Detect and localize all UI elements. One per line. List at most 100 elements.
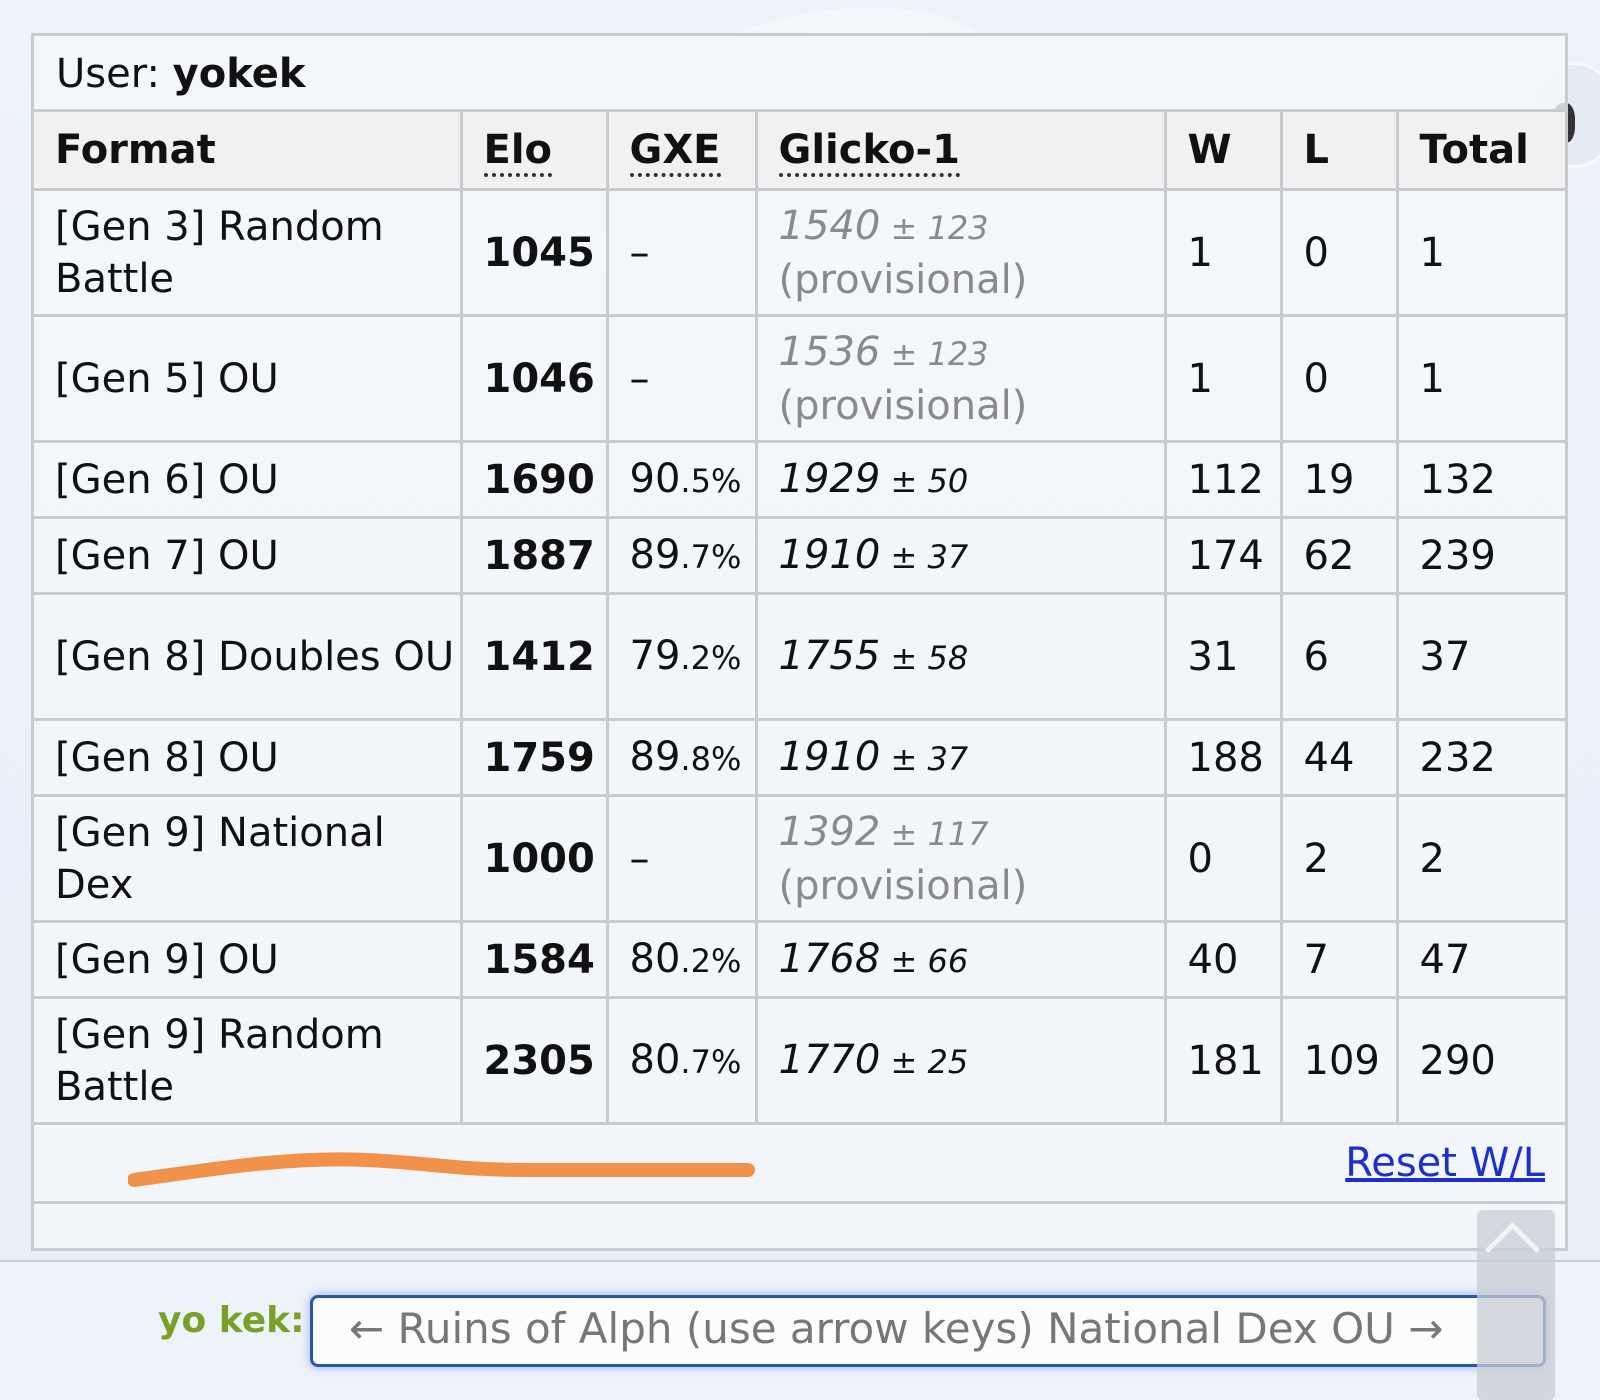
gxe-cell: 90.5% — [605, 440, 758, 519]
gxe-cell: 89.8% — [605, 718, 758, 797]
user-label: User: — [56, 51, 173, 97]
gxe-decimal: .7% — [680, 537, 742, 576]
glicko-deviation: ± 123 — [890, 334, 989, 373]
glicko-deviation: ± 25 — [890, 1042, 969, 1081]
provisional-label: (provisional) — [778, 862, 1028, 909]
losses-cell: 109 — [1279, 996, 1399, 1125]
format-cell: [Gen 8] Doubles OU — [34, 592, 463, 721]
provisional-label: (provisional) — [778, 256, 1028, 303]
elo-cell: 1584 — [459, 920, 609, 999]
table-row: [Gen 9] Random Battle 2305 80.7% 1770 ± 25 1… — [34, 996, 1565, 1125]
elo-cell: 1000 — [459, 794, 609, 923]
username[interactable]: yokek — [173, 51, 306, 97]
glicko-deviation: ± 50 — [890, 461, 969, 500]
header-total: Total — [1395, 112, 1565, 191]
table-row: [Gen 6] OU 1690 90.5% 1929 ± 50 112 19 132 — [34, 440, 1565, 519]
header-losses: L — [1279, 112, 1399, 191]
gxe-cell: – — [605, 188, 758, 317]
wins-cell: 40 — [1163, 920, 1283, 999]
glicko-deviation: ± 123 — [890, 208, 989, 247]
gxe-cell: – — [605, 794, 758, 923]
glicko-cell: 1770 ± 25 — [754, 996, 1167, 1125]
table-row: [Gen 3] Random Battle 1045– 1540 ± 123 (pro… — [34, 188, 1565, 317]
header-wins: W — [1163, 112, 1283, 191]
gxe-decimal: .5% — [680, 461, 742, 500]
format-cell: [Gen 6] OU — [34, 440, 463, 519]
glicko-cell: 1392 ± 117 (provisional) — [754, 794, 1167, 923]
format-cell: [Gen 9] National Dex — [34, 794, 463, 923]
chat-username: yo kek: — [158, 1300, 305, 1341]
elo-cell: 1045 — [459, 188, 609, 317]
glicko-cell: 1540 ± 123 (provisional) — [754, 188, 1167, 317]
gxe-decimal: .2% — [680, 941, 742, 980]
table-row: [Gen 8] OU 1759 89.8% 1910 ± 37 188 44 232 — [34, 718, 1565, 797]
glicko-cell: 1910 ± 37 — [754, 516, 1167, 595]
reset-wl-link[interactable]: Reset W/L — [1345, 1137, 1545, 1189]
total-cell: 2 — [1395, 794, 1565, 923]
table-row: [Gen 7] OU 1887 89.7% 1910 ± 37 174 62 239 — [34, 516, 1565, 595]
elo-cell: 1046 — [459, 314, 609, 443]
table-row: [Gen 8] Doubles OU 1412 79.2% 1755 ± 58 31 6 3… — [34, 592, 1565, 721]
footer-row: Reset W/L — [34, 1122, 1565, 1204]
losses-cell: 44 — [1279, 718, 1399, 797]
total-cell: 232 — [1395, 718, 1565, 797]
elo-cell: 1412 — [459, 592, 609, 721]
gxe-decimal: .2% — [680, 638, 742, 677]
glicko-rating: 1929 — [778, 455, 881, 502]
gxe-cell: 80.7% — [605, 996, 758, 1125]
gxe-value: 80 — [629, 935, 681, 982]
glicko-cell: 1910 ± 37 — [754, 718, 1167, 797]
glicko-rating: 1910 — [778, 531, 881, 578]
losses-cell: 7 — [1279, 920, 1399, 999]
total-cell: 132 — [1395, 440, 1565, 519]
glicko-cell: 1755 ± 58 — [754, 592, 1167, 721]
wins-cell: 31 — [1163, 592, 1283, 721]
wins-cell: 0 — [1163, 794, 1283, 923]
scroll-to-top-button[interactable] — [1477, 1210, 1555, 1400]
ladder-body: [Gen 3] Random Battle 1045–1540 ± 123 (pro… — [34, 188, 1565, 1125]
glicko-rating: 1910 — [778, 733, 881, 780]
glicko-deviation: ± 58 — [890, 638, 969, 677]
ladder-panel: User: yokek Format Elo GXE Glicko-1 W L … — [31, 33, 1568, 1251]
gxe-value: 89 — [629, 531, 681, 578]
losses-cell: 6 — [1279, 592, 1399, 721]
glicko-cell: 1768 ± 66 — [754, 920, 1167, 999]
header-glicko[interactable]: Glicko-1 — [754, 112, 1167, 191]
table-row: [Gen 9] National Dex 1000– 1392 ± 117 (prov… — [34, 794, 1565, 923]
losses-cell: 0 — [1279, 188, 1399, 317]
elo-cell: 1690 — [459, 440, 609, 519]
wins-cell: 1 — [1163, 188, 1283, 317]
provisional-label: (provisional) — [778, 382, 1028, 429]
format-cell: [Gen 5] OU — [34, 314, 463, 443]
total-cell: 290 — [1395, 996, 1565, 1125]
wins-cell: 174 — [1163, 516, 1283, 595]
gxe-value: 79 — [629, 632, 681, 679]
glicko-rating: 1755 — [778, 632, 881, 679]
gxe-value: – — [629, 355, 650, 402]
gxe-decimal: .8% — [680, 739, 742, 778]
gxe-value: 90 — [629, 455, 681, 502]
total-cell: 47 — [1395, 920, 1565, 999]
chat-input-field[interactable]: ← Ruins of Alph (use arrow keys) Nationa… — [310, 1295, 1546, 1367]
format-cell: [Gen 8] OU — [34, 718, 463, 797]
elo-cell: 2305 — [459, 996, 609, 1125]
cropped-header-fragment: · · · · · · · — [90, 0, 257, 18]
gxe-value: – — [629, 229, 650, 276]
glicko-deviation: ± 117 — [890, 814, 989, 853]
losses-cell: 19 — [1279, 440, 1399, 519]
user-row: User: yokek — [34, 36, 1565, 112]
footer-cell: Reset W/L — [34, 1122, 1565, 1204]
losses-cell: 0 — [1279, 314, 1399, 443]
format-cell: [Gen 3] Random Battle — [34, 188, 463, 317]
gxe-value: 89 — [629, 733, 681, 780]
wins-cell: 1 — [1163, 314, 1283, 443]
glicko-deviation: ± 66 — [890, 941, 969, 980]
glicko-deviation: ± 37 — [890, 739, 969, 778]
total-cell: 1 — [1395, 188, 1565, 317]
header-gxe[interactable]: GXE — [605, 112, 758, 191]
header-elo[interactable]: Elo — [459, 112, 609, 191]
glicko-cell: 1929 ± 50 — [754, 440, 1167, 519]
elo-cell: 1887 — [459, 516, 609, 595]
glicko-rating: 1770 — [778, 1036, 881, 1083]
table-row: [Gen 9] OU 1584 80.2% 1768 ± 66 40 7 47 — [34, 920, 1565, 999]
